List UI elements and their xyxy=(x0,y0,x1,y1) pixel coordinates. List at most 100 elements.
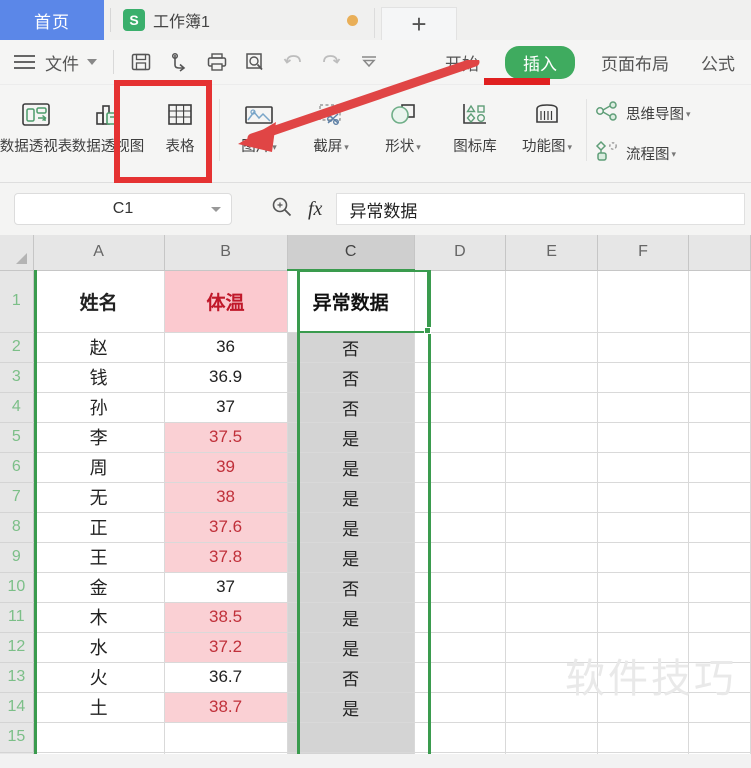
chevron-down-icon[interactable]: ▾ xyxy=(686,109,691,119)
cell-E10[interactable] xyxy=(505,572,598,603)
ribbon-button-思维导图[interactable]: 思维导图 ▾ xyxy=(590,93,691,133)
cell-G8[interactable] xyxy=(688,512,751,543)
row-header-9[interactable]: 9 xyxy=(0,542,34,573)
cell-F6[interactable] xyxy=(597,452,690,483)
cell-G3[interactable] xyxy=(688,362,751,393)
cell-D2[interactable] xyxy=(414,332,507,363)
cell-D15[interactable] xyxy=(414,722,507,753)
row-header-7[interactable]: 7 xyxy=(0,482,34,513)
cell-G9[interactable] xyxy=(688,542,751,573)
cell-E12[interactable] xyxy=(505,632,598,663)
cell-G5[interactable] xyxy=(688,422,751,453)
cell-A2[interactable]: 赵 xyxy=(33,332,165,363)
row-header-12[interactable]: 12 xyxy=(0,632,34,663)
cell-B1[interactable]: 体温 xyxy=(164,270,288,333)
cell-E3[interactable] xyxy=(505,362,598,393)
cell-G16[interactable] xyxy=(688,752,751,754)
cell-E6[interactable] xyxy=(505,452,598,483)
row-header-10[interactable]: 10 xyxy=(0,572,34,603)
cell-C14[interactable]: 是 xyxy=(287,692,415,723)
chevron-down-icon[interactable]: ▾ xyxy=(272,142,277,152)
cell-F8[interactable] xyxy=(597,512,690,543)
cell-D5[interactable] xyxy=(414,422,507,453)
row-header-16[interactable]: 16 xyxy=(0,752,34,754)
chevron-down-icon[interactable]: ▾ xyxy=(416,142,421,152)
row-header-2[interactable]: 2 xyxy=(0,332,34,363)
formula-input[interactable]: 异常数据 xyxy=(336,193,745,225)
cell-B16[interactable] xyxy=(164,752,288,754)
cell-A9[interactable]: 王 xyxy=(33,542,165,573)
cell-B6[interactable]: 39 xyxy=(164,452,288,483)
cell-E11[interactable] xyxy=(505,602,598,633)
cell-D16[interactable] xyxy=(414,752,507,754)
cell-C13[interactable]: 否 xyxy=(287,662,415,693)
cell-F5[interactable] xyxy=(597,422,690,453)
document-tab-工作簿1[interactable]: S 工作簿1 xyxy=(119,0,374,40)
cell-A12[interactable]: 水 xyxy=(33,632,165,663)
cell-A7[interactable]: 无 xyxy=(33,482,165,513)
cell-G1[interactable] xyxy=(688,270,751,333)
redo-icon[interactable] xyxy=(316,47,346,77)
row-header-4[interactable]: 4 xyxy=(0,392,34,423)
ribbon-button-形状[interactable]: 形状 ▾ xyxy=(367,85,439,156)
row-header-11[interactable]: 11 xyxy=(0,602,34,633)
cell-C6[interactable]: 是 xyxy=(287,452,415,483)
cell-D10[interactable] xyxy=(414,572,507,603)
home-tab[interactable]: 首页 xyxy=(0,0,104,40)
ribbon-tab-开始[interactable]: 开始 xyxy=(429,50,495,75)
cell-C8[interactable]: 是 xyxy=(287,512,415,543)
cell-F9[interactable] xyxy=(597,542,690,573)
cell-D8[interactable] xyxy=(414,512,507,543)
cell-G11[interactable] xyxy=(688,602,751,633)
cell-F4[interactable] xyxy=(597,392,690,423)
cell-E16[interactable] xyxy=(505,752,598,754)
cell-D7[interactable] xyxy=(414,482,507,513)
cell-A3[interactable]: 钱 xyxy=(33,362,165,393)
cell-D12[interactable] xyxy=(414,632,507,663)
cell-C5[interactable]: 是 xyxy=(287,422,415,453)
row-header-3[interactable]: 3 xyxy=(0,362,34,393)
ribbon-button-数据透视图[interactable]: 数据透视图 xyxy=(72,85,144,156)
cell-E7[interactable] xyxy=(505,482,598,513)
cell-F15[interactable] xyxy=(597,722,690,753)
cell-F7[interactable] xyxy=(597,482,690,513)
cell-G4[interactable] xyxy=(688,392,751,423)
cell-B13[interactable]: 36.7 xyxy=(164,662,288,693)
cell-G14[interactable] xyxy=(688,692,751,723)
cell-A6[interactable]: 周 xyxy=(33,452,165,483)
chevron-down-icon[interactable]: ▾ xyxy=(672,149,677,159)
spreadsheet-grid[interactable]: A B C D E F 1 姓名 体温 异常数据 2 赵 36 否 3 钱 36.9 否 xyxy=(0,235,751,754)
cell-D4[interactable] xyxy=(414,392,507,423)
column-header-G[interactable] xyxy=(688,235,751,271)
ribbon-button-图标库[interactable]: 图标库 xyxy=(439,85,511,156)
cell-A4[interactable]: 孙 xyxy=(33,392,165,423)
cell-F2[interactable] xyxy=(597,332,690,363)
ribbon-button-数据透视表[interactable]: 数据透视表 xyxy=(0,85,72,156)
cell-E15[interactable] xyxy=(505,722,598,753)
cell-G15[interactable] xyxy=(688,722,751,753)
cell-G10[interactable] xyxy=(688,572,751,603)
cell-A15[interactable] xyxy=(33,722,165,753)
cell-D11[interactable] xyxy=(414,602,507,633)
select-all-corner[interactable] xyxy=(0,235,34,271)
cell-C7[interactable]: 是 xyxy=(287,482,415,513)
cell-B14[interactable]: 38.7 xyxy=(164,692,288,723)
cell-D13[interactable] xyxy=(414,662,507,693)
ribbon-button-图片[interactable]: 图片 ▾ xyxy=(223,85,295,156)
cell-B12[interactable]: 37.2 xyxy=(164,632,288,663)
cell-A16[interactable] xyxy=(33,752,165,754)
cell-E1[interactable] xyxy=(505,270,598,333)
cell-B15[interactable] xyxy=(164,722,288,753)
cell-B9[interactable]: 37.8 xyxy=(164,542,288,573)
insert-function-icon[interactable]: fx xyxy=(308,198,322,221)
cell-A14[interactable]: 土 xyxy=(33,692,165,723)
cell-F12[interactable] xyxy=(597,632,690,663)
cell-F14[interactable] xyxy=(597,692,690,723)
cell-B7[interactable]: 38 xyxy=(164,482,288,513)
cell-B2[interactable]: 36 xyxy=(164,332,288,363)
cell-B5[interactable]: 37.5 xyxy=(164,422,288,453)
cell-C12[interactable]: 是 xyxy=(287,632,415,663)
print-preview-icon[interactable] xyxy=(240,47,270,77)
cell-E2[interactable] xyxy=(505,332,598,363)
cell-F1[interactable] xyxy=(597,270,690,333)
